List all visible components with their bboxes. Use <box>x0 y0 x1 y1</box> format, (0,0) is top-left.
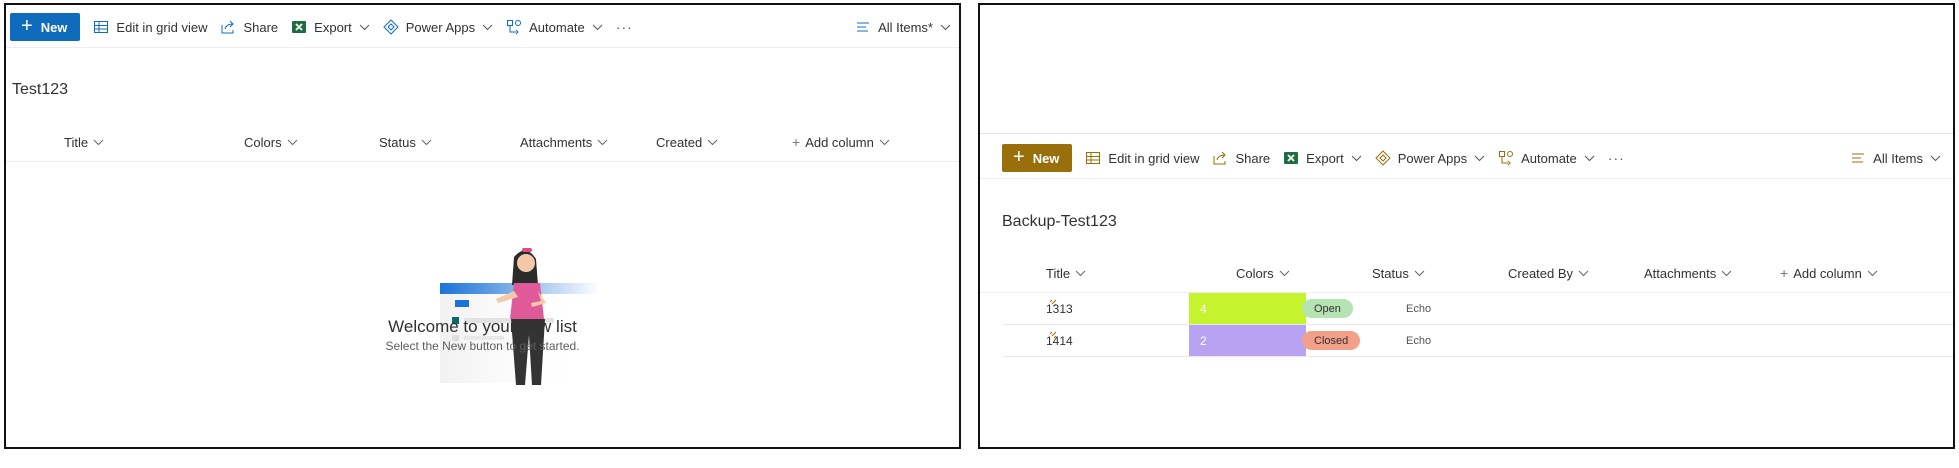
chevron-down-icon <box>1721 270 1732 276</box>
power-apps-icon <box>1375 150 1391 166</box>
chevron-down-icon <box>1867 270 1878 276</box>
view-lines-icon <box>1852 153 1865 163</box>
chevron-down-icon <box>879 139 890 145</box>
status-cell: Closed <box>1302 325 1361 356</box>
power-apps-button[interactable]: Power Apps <box>1375 150 1485 166</box>
add-column-button[interactable]: + Add column <box>1780 254 1878 292</box>
chevron-down-icon <box>707 139 718 145</box>
share-button[interactable]: Share <box>1212 150 1270 166</box>
view-selector[interactable]: All Items* <box>855 19 951 35</box>
view-lines-icon <box>857 22 870 32</box>
grid-icon <box>1086 152 1101 164</box>
chevron-down-icon <box>1578 270 1589 276</box>
chevron-down-icon <box>1474 155 1485 161</box>
plus-icon: + <box>21 15 33 37</box>
list-view: + New Edit in grid view Share Export Pow… <box>980 133 1953 357</box>
table-row[interactable]: 1414 2 Closed Echo <box>1004 325 1953 357</box>
excel-icon <box>1284 152 1299 164</box>
list-panel-backup-test123: + New Edit in grid view Share Export Pow… <box>978 3 1955 449</box>
column-header-title[interactable]: Title <box>1046 254 1086 292</box>
column-header-status[interactable]: Status <box>1372 254 1425 292</box>
automate-button[interactable]: Automate <box>1498 150 1595 166</box>
status-badge: Open <box>1302 299 1353 318</box>
more-options-button[interactable]: ··· <box>1608 150 1625 166</box>
column-header-colors[interactable]: Colors <box>1236 254 1290 292</box>
export-button[interactable]: Export <box>291 19 370 35</box>
created-by-cell[interactable]: Echo <box>1406 293 1431 324</box>
chevron-down-icon <box>1075 270 1086 276</box>
column-header-status[interactable]: Status <box>379 123 432 161</box>
column-header-row: Title Colors Status Created By Attachmen… <box>980 254 1953 293</box>
automate-button[interactable]: Automate <box>506 19 603 35</box>
chevron-down-icon <box>1930 155 1941 161</box>
chevron-down-icon <box>597 139 608 145</box>
chevron-down-icon <box>1351 155 1362 161</box>
chevron-down-icon <box>482 24 493 30</box>
share-icon <box>1213 151 1227 165</box>
excel-icon <box>292 21 307 33</box>
share-icon <box>221 20 235 34</box>
plus-icon: + <box>1013 146 1025 168</box>
column-header-row: Title Colors Status Attachments Created … <box>6 123 959 162</box>
plus-icon: + <box>792 134 801 150</box>
grid-icon <box>94 21 109 33</box>
automate-icon <box>507 20 522 35</box>
chevron-down-icon <box>592 24 603 30</box>
list-title: Test123 <box>12 81 69 98</box>
edit-grid-view-button[interactable]: Edit in grid view <box>93 19 207 35</box>
view-selector[interactable]: All Items <box>1850 150 1941 166</box>
plus-icon: + <box>1780 265 1789 281</box>
colors-cell: 2 <box>1189 325 1306 356</box>
edit-grid-view-button[interactable]: Edit in grid view <box>1085 150 1199 166</box>
command-bar: + New Edit in grid view Share Export Pow… <box>6 7 959 47</box>
list-panel-test123: + New Edit in grid view Share Export Pow… <box>4 3 961 449</box>
divider <box>6 47 959 48</box>
table-row[interactable]: 1313 4 Open Echo <box>1004 293 1953 325</box>
column-header-created-by[interactable]: Created By <box>1508 254 1589 292</box>
new-button[interactable]: + New <box>1002 144 1073 172</box>
empty-state-heading: Welcome to your new list <box>388 317 577 336</box>
export-button[interactable]: Export <box>1283 150 1362 166</box>
chevron-down-icon <box>1414 270 1425 276</box>
created-by-cell[interactable]: Echo <box>1406 325 1431 356</box>
chevron-down-icon <box>1279 270 1289 276</box>
automate-icon <box>1499 151 1514 166</box>
title-cell[interactable]: 1313 <box>1046 293 1073 324</box>
add-column-button[interactable]: + Add column <box>792 123 890 161</box>
more-options-button[interactable]: ··· <box>616 19 633 35</box>
power-apps-button[interactable]: Power Apps <box>383 19 493 35</box>
chevron-down-icon <box>421 139 432 145</box>
title-cell[interactable]: 1414 <box>1046 325 1073 356</box>
command-bar: + New Edit in grid view Share Export Pow… <box>980 138 1953 178</box>
column-header-attachments[interactable]: Attachments <box>520 123 608 161</box>
chevron-down-icon <box>1584 155 1595 161</box>
colors-cell: 4 <box>1189 293 1306 324</box>
empty-list-illustration <box>440 248 600 385</box>
power-apps-icon <box>383 19 399 35</box>
status-badge: Closed <box>1302 331 1361 350</box>
column-header-attachments[interactable]: Attachments <box>1644 254 1732 292</box>
new-button[interactable]: + New <box>10 13 81 41</box>
chevron-down-icon <box>93 139 104 145</box>
empty-state-subtext: Select the New button to get started. <box>385 339 580 353</box>
column-header-colors[interactable]: Colors <box>244 123 298 161</box>
status-cell: Open <box>1302 293 1353 324</box>
divider <box>980 178 1953 179</box>
column-header-created[interactable]: Created <box>656 123 718 161</box>
column-header-title[interactable]: Title <box>64 123 104 161</box>
list-title: Backup-Test123 <box>1002 213 1117 230</box>
chevron-down-icon <box>940 24 951 30</box>
chevron-down-icon <box>359 24 370 30</box>
share-button[interactable]: Share <box>220 19 278 35</box>
chevron-down-icon <box>287 139 297 145</box>
